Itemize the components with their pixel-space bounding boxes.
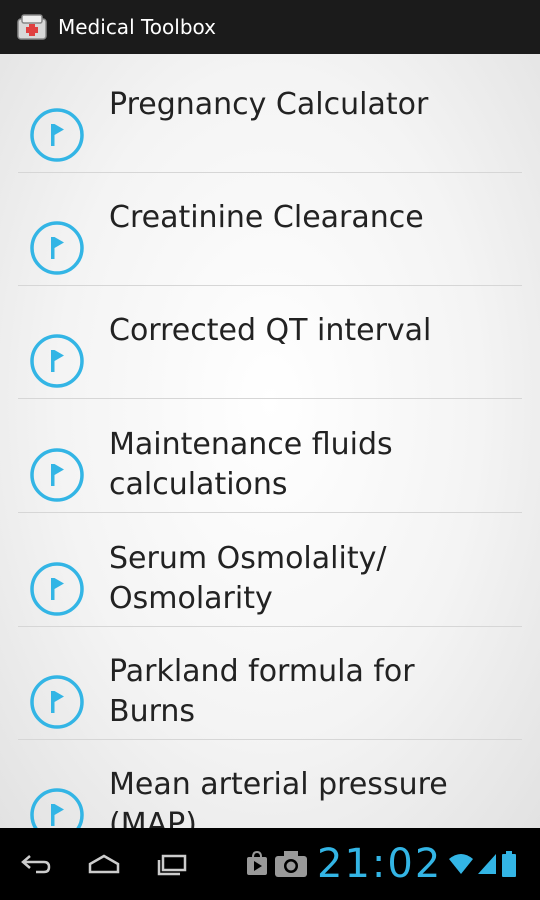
flag-circle-icon [30, 334, 84, 388]
list-item-label: Creatinine Clearance [109, 200, 424, 235]
list-item-label: Pregnancy Calculator [109, 87, 429, 122]
list-item[interactable]: Creatinine Clearance [18, 172, 522, 286]
list-item-label: Corrected QT interval [109, 313, 432, 348]
flag-circle-icon [30, 108, 84, 162]
camera-notification-icon [275, 851, 307, 877]
app-title: Medical Toolbox [58, 15, 216, 39]
list-item-label: Mean arterial pressure (MAP) [109, 767, 448, 828]
flag-circle-icon [30, 788, 84, 828]
home-icon[interactable] [86, 848, 122, 880]
clock: 21:02 [317, 841, 443, 887]
system-nav-bar: 21:02 [0, 828, 540, 900]
action-bar: Medical Toolbox [0, 0, 540, 55]
flag-circle-icon [30, 675, 84, 729]
list-item-label: Parkland formula for Burns [109, 654, 415, 729]
list-item[interactable]: Parkland formula for Burns [18, 626, 522, 740]
back-icon[interactable] [18, 848, 54, 880]
play-store-notification-icon [247, 851, 267, 875]
list-item-label: Serum Osmolality/ Osmolarity [109, 541, 387, 616]
flag-circle-icon [30, 562, 84, 616]
flag-circle-icon [30, 448, 84, 502]
list-item[interactable]: Corrected QT interval [18, 285, 522, 399]
calculator-list: Pregnancy Calculator Creatinine Clearanc… [0, 54, 540, 828]
wifi-icon [449, 854, 474, 874]
list-item[interactable]: Mean arterial pressure (MAP) [18, 739, 522, 828]
list-item[interactable]: Pregnancy Calculator [18, 59, 522, 173]
recent-apps-icon[interactable] [154, 848, 190, 880]
list-item-label: Maintenance fluids calculations [109, 427, 393, 502]
status-area: 21:02 [245, 841, 517, 887]
battery-icon [502, 851, 517, 877]
flag-circle-icon [30, 221, 84, 275]
list-item[interactable]: Maintenance fluids calculations [18, 399, 522, 513]
list-item[interactable]: Serum Osmolality/ Osmolarity [18, 513, 522, 627]
signal-icon [478, 854, 497, 874]
app-icon[interactable] [14, 9, 50, 45]
